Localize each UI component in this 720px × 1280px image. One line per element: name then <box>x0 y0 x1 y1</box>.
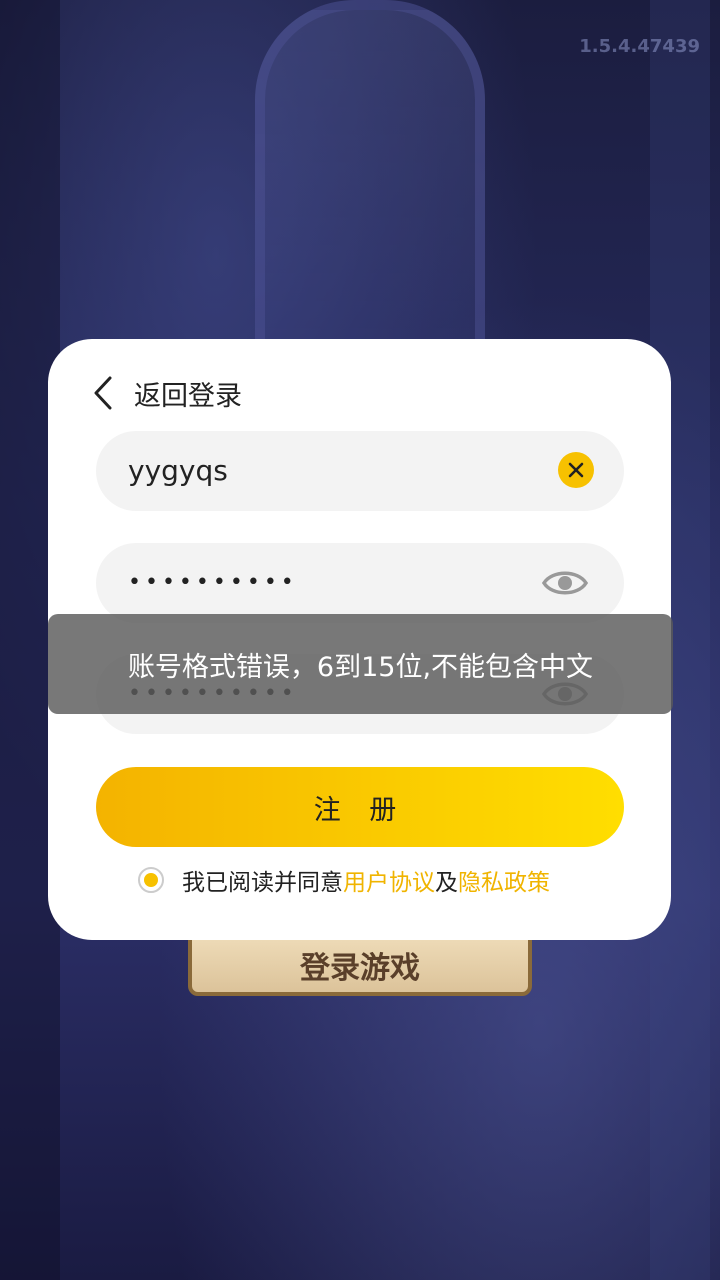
background-window <box>255 0 485 380</box>
back-to-login-button[interactable]: 返回登录 <box>92 373 242 413</box>
close-icon[interactable] <box>558 452 594 488</box>
register-button[interactable]: 注 册 <box>96 767 624 847</box>
eye-icon[interactable] <box>541 565 589 601</box>
username-value: yygyqs <box>128 454 228 487</box>
error-toast: 账号格式错误，6到15位,不能包含中文 <box>48 614 673 714</box>
privacy-policy-link[interactable]: 隐私政策 <box>458 863 550 897</box>
agree-radio[interactable] <box>138 867 164 893</box>
password-field[interactable]: •••••••••• <box>96 543 624 623</box>
game-login-screen: 1.5.4.47439 登录游戏 返回登录 yygyqs •••••••••• <box>0 0 720 1280</box>
agree-text: 我已阅读并同意 <box>182 870 343 896</box>
game-login-label: 登录游戏 <box>300 951 420 986</box>
radio-checked-dot <box>144 873 158 887</box>
chevron-left-icon <box>92 373 122 413</box>
toast-message: 账号格式错误，6到15位,不能包含中文 <box>127 651 594 683</box>
password-value: •••••••••• <box>128 570 298 595</box>
username-field[interactable]: yygyqs <box>96 431 624 511</box>
version-label: 1.5.4.47439 <box>579 36 700 57</box>
agreement-row: 我已阅读并同意 用户协议 及 隐私政策 <box>138 863 550 897</box>
back-label: 返回登录 <box>134 380 242 412</box>
user-agreement-link[interactable]: 用户协议 <box>343 863 435 897</box>
and-text: 及 <box>435 870 458 896</box>
